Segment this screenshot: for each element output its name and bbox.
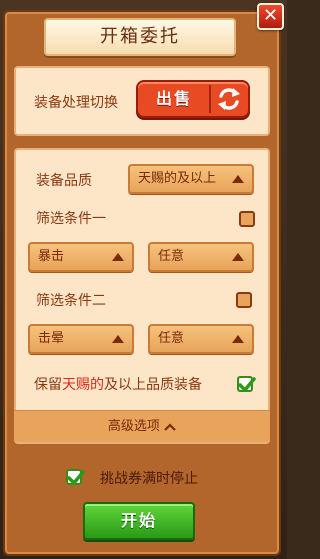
- keep-suffix: 及以上品质装备: [104, 377, 202, 393]
- condition2-stat-dropdown[interactable]: 击晕: [28, 324, 134, 354]
- condition2-label: 筛选条件二: [36, 293, 106, 309]
- triangle-up-icon: [232, 253, 244, 261]
- quality-dropdown-value: 天赐的及以上: [138, 171, 217, 186]
- quality-dropdown[interactable]: 天赐的及以上: [128, 164, 254, 194]
- checkmark-icon: [238, 377, 256, 392]
- keep-highlight: 天赐的: [62, 377, 104, 393]
- checkmark-icon: [67, 470, 85, 485]
- triangle-up-icon: [232, 175, 244, 183]
- condition2-value-dropdown[interactable]: 任意: [148, 324, 254, 354]
- condition1-stat-value: 暴击: [38, 249, 65, 264]
- advanced-label-text: 高级选项: [107, 419, 160, 434]
- advanced-options-label: 高级选项: [14, 411, 270, 443]
- stop-when-full-label: 挑战券满时停止: [100, 471, 198, 487]
- close-x-icon: ✕: [262, 5, 279, 26]
- start-button[interactable]: 开始: [83, 502, 195, 540]
- advanced-options-toggle[interactable]: 高级选项: [14, 410, 270, 442]
- triangle-up-icon: [112, 253, 124, 261]
- dialog-title: 开箱委托: [100, 26, 180, 47]
- chevron-up-icon: [164, 422, 176, 431]
- condition1-checkbox[interactable]: [239, 211, 255, 227]
- stop-when-full-checkbox[interactable]: [66, 469, 85, 485]
- swap-arrows-icon[interactable]: [214, 86, 244, 112]
- sell-mode-label: 出售: [155, 89, 192, 108]
- equipment-handling-label: 装备处理切换: [34, 95, 118, 111]
- triangle-up-icon: [232, 335, 244, 343]
- keep-prefix: 保留: [34, 377, 62, 393]
- title-plate: 开箱委托: [44, 18, 236, 56]
- close-button[interactable]: ✕: [257, 3, 284, 30]
- condition2-checkbox[interactable]: [236, 292, 252, 308]
- quality-label: 装备品质: [36, 173, 92, 189]
- keep-quality-label: 保留天赐的及以上品质装备: [34, 374, 202, 394]
- condition1-value-dropdown[interactable]: 任意: [148, 242, 254, 272]
- condition1-stat-dropdown[interactable]: 暴击: [28, 242, 134, 272]
- condition2-value: 任意: [158, 331, 185, 346]
- condition2-stat-value: 击晕: [38, 331, 65, 346]
- keep-quality-checkbox[interactable]: [237, 376, 256, 392]
- toggle-divider: [209, 85, 211, 113]
- start-button-label: 开始: [120, 511, 157, 530]
- sell-mode-toggle[interactable]: 出售: [136, 80, 250, 118]
- condition1-label: 筛选条件一: [36, 211, 106, 227]
- condition1-value: 任意: [158, 249, 185, 264]
- triangle-up-icon: [112, 335, 124, 343]
